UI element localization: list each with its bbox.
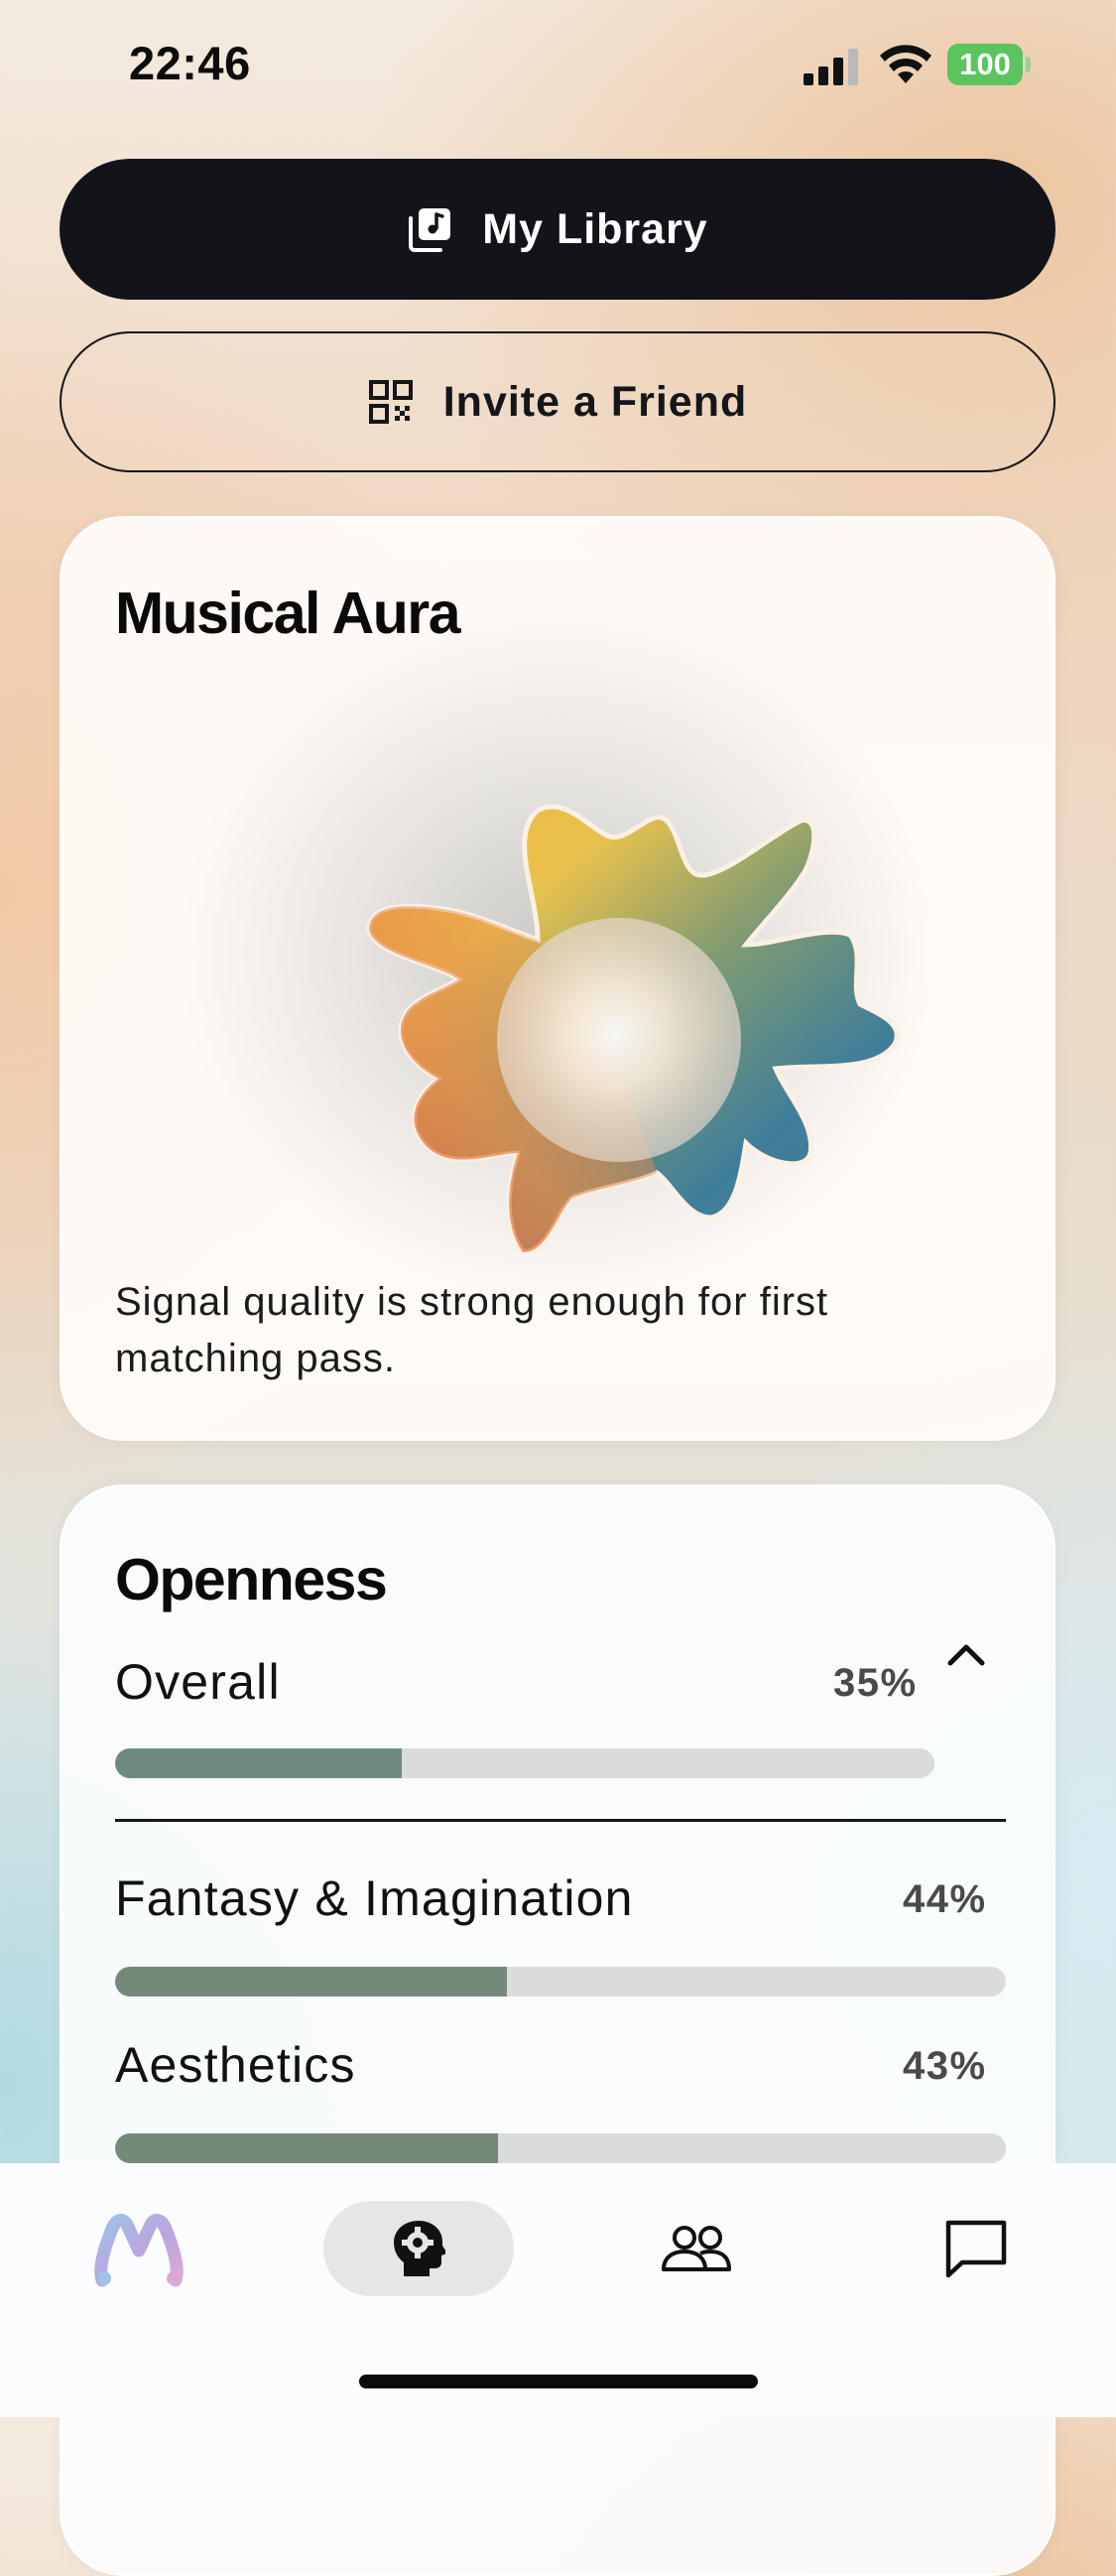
tab-messages[interactable] (936, 2201, 1016, 2296)
people-icon (662, 2226, 731, 2271)
head-gear-icon (394, 2221, 445, 2276)
status-bar: 22:46 100 (0, 0, 1116, 129)
chevron-up-icon[interactable] (944, 1639, 988, 1669)
facet-aesthetics-progress-fill (115, 2133, 499, 2163)
invite-friend-button[interactable]: Invite a Friend (60, 331, 1055, 472)
facet-fantasy-progress-bar (115, 1967, 1006, 1996)
my-library-button[interactable]: My Library (60, 159, 1055, 300)
aura-caption: Signal quality is strong enough for firs… (115, 1280, 829, 1380)
cellular-signal-icon (804, 49, 858, 85)
facet-aesthetics-label: Aesthetics (115, 2037, 356, 2093)
aura-visualization (366, 804, 900, 1255)
battery-indicator: 100 (947, 44, 1031, 85)
aura-core (497, 918, 741, 1162)
overall-progress-bar (115, 1748, 934, 1778)
facet-aesthetics-value: 43% (903, 2044, 987, 2088)
music-library-icon (409, 208, 451, 252)
tab-home[interactable] (91, 2201, 186, 2296)
qr-code-icon (368, 380, 413, 424)
overall-value: 35% (833, 1661, 918, 1705)
overall-label: Overall (115, 1654, 281, 1710)
invite-friend-label: Invite a Friend (442, 377, 748, 426)
facet-fantasy-label: Fantasy & Imagination (115, 1870, 634, 1926)
tab-friends[interactable] (655, 2201, 738, 2296)
openness-title: Openness (115, 1547, 388, 1612)
m-logo-icon (94, 2214, 184, 2287)
chat-bubble-icon (945, 2220, 1007, 2278)
section-divider (115, 1819, 1006, 1822)
facet-aesthetics-progress-bar (115, 2133, 1006, 2163)
overall-progress-fill (115, 1748, 403, 1778)
facet-fantasy-progress-fill (115, 1967, 508, 1996)
wifi-icon (880, 45, 931, 83)
musical-aura-card: Musical Aura Signal quality is strong en… (60, 516, 1055, 1441)
battery-tip (1026, 57, 1031, 72)
status-time: 22:46 (129, 37, 251, 89)
battery-level: 100 (947, 44, 1023, 85)
my-library-label: My Library (482, 204, 708, 253)
home-indicator (359, 2375, 758, 2388)
facet-fantasy-value: 44% (903, 1877, 987, 1921)
tab-insights[interactable] (323, 2201, 514, 2296)
